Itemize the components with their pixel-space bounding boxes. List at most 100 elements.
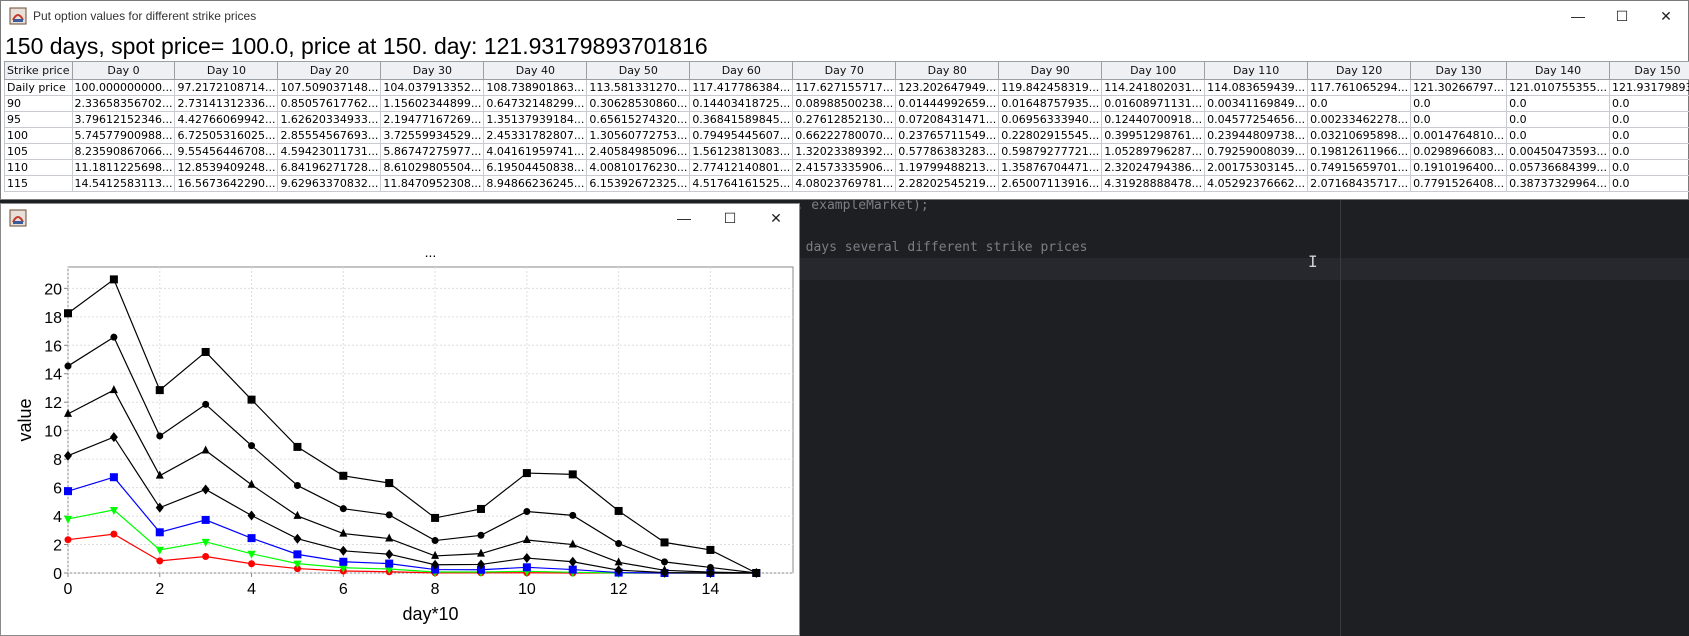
table-cell[interactable]: 4.00810176230...	[586, 159, 691, 176]
column-header[interactable]: Day 130	[1410, 61, 1508, 80]
table-cell[interactable]: 121.93179893...	[1609, 79, 1689, 96]
table-cell[interactable]: 0.0	[1506, 127, 1611, 144]
table-cell[interactable]: 95	[4, 111, 73, 128]
table-cell[interactable]: 1.05289796287...	[1101, 143, 1206, 160]
chart-close-button[interactable]: ✕	[753, 204, 799, 232]
column-header[interactable]: Day 120	[1307, 61, 1412, 80]
table-row[interactable]: 110 11.1811225698... 12.8539409248... 6.841…	[4, 159, 1689, 176]
table-window-titlebar[interactable]: Put option values for different strike p…	[1, 1, 1688, 31]
table-cell[interactable]: 2.40584985096...	[586, 143, 691, 160]
table-cell[interactable]: 0.14403418725...	[689, 95, 794, 112]
table-cell[interactable]: 1.30560772753...	[586, 127, 691, 144]
table-cell[interactable]: 0.00341169849...	[1204, 95, 1309, 112]
table-cell[interactable]: 2.32024794386...	[1101, 159, 1206, 176]
table-cell[interactable]: 0.0	[1506, 95, 1611, 112]
table-cell[interactable]: 0.01444992659...	[895, 95, 1000, 112]
table-cell[interactable]: 0.22802915545...	[998, 127, 1103, 144]
table-cell[interactable]: 123.202647949...	[895, 79, 1000, 96]
table-cell[interactable]: 108.738901863...	[483, 79, 588, 96]
table-cell[interactable]: 114.083659439...	[1204, 79, 1309, 96]
table-cell[interactable]: 107.509037148...	[277, 79, 382, 96]
table-cell[interactable]: 105	[4, 143, 73, 160]
table-cell[interactable]: 0.23944809738...	[1204, 127, 1309, 144]
table-cell[interactable]: 2.41573335906...	[792, 159, 897, 176]
table-cell[interactable]: 110	[4, 159, 73, 176]
table-cell[interactable]: 0.0298966083...	[1410, 143, 1508, 160]
minimize-button[interactable]: —	[1556, 1, 1600, 31]
table-cell[interactable]: 0.07208431471...	[895, 111, 1000, 128]
table-cell[interactable]: 119.842458319...	[998, 79, 1103, 96]
table-cell[interactable]: 97.2172108714...	[174, 79, 279, 96]
table-cell[interactable]: 113.581331270...	[586, 79, 691, 96]
table-cell[interactable]: 2.19477167269...	[380, 111, 485, 128]
column-header[interactable]: Day 10	[174, 61, 279, 80]
column-header[interactable]: Day 50	[586, 61, 691, 80]
table-row[interactable]: Daily price 100.000000000... 97.2172108714…	[4, 79, 1689, 96]
table-cell[interactable]: 6.19504450838...	[483, 159, 588, 176]
table-cell[interactable]: 3.72559934529...	[380, 127, 485, 144]
column-header[interactable]: Day 60	[689, 61, 794, 80]
table-row[interactable]: 105 8.23590867066... 9.55456446708... 4.594…	[4, 143, 1689, 160]
table-cell[interactable]: 121.010755355...	[1506, 79, 1611, 96]
table-cell[interactable]: 4.51764161525...	[689, 175, 794, 192]
table-cell[interactable]: 11.8470952308...	[380, 175, 485, 192]
table-cell[interactable]: 4.05292376662...	[1204, 175, 1309, 192]
table-cell[interactable]: 0.85057617762...	[277, 95, 382, 112]
table-cell[interactable]: 2.45331782807...	[483, 127, 588, 144]
table-cell[interactable]: 0.0	[1609, 127, 1689, 144]
table-cell[interactable]: 90	[4, 95, 73, 112]
table-cell[interactable]: 0.0014764810...	[1410, 127, 1508, 144]
table-cell[interactable]: 9.55456446708...	[174, 143, 279, 160]
table-cell[interactable]: 0.74915659701...	[1307, 159, 1412, 176]
table-cell[interactable]: 0.0	[1307, 95, 1412, 112]
table-cell[interactable]: 1.35137939184...	[483, 111, 588, 128]
column-header[interactable]: Day 40	[483, 61, 588, 80]
table-cell[interactable]: 104.037913352...	[380, 79, 485, 96]
table-cell[interactable]: 115	[4, 175, 73, 192]
table-cell[interactable]: 0.05736684399...	[1506, 159, 1611, 176]
table-cell[interactable]: 5.86747275977...	[380, 143, 485, 160]
maximize-button[interactable]: ☐	[1600, 1, 1644, 31]
table-cell[interactable]: 0.57786383283...	[895, 143, 1000, 160]
table-cell[interactable]: 6.84196271728...	[277, 159, 382, 176]
table-cell[interactable]: 6.72505316025...	[174, 127, 279, 144]
table-cell[interactable]: 4.59423011731...	[277, 143, 382, 160]
table-cell[interactable]: 0.38737329964...	[1506, 175, 1611, 192]
table-cell[interactable]: 0.79495445607...	[689, 127, 794, 144]
table-cell[interactable]: 2.07168435717...	[1307, 175, 1412, 192]
table-cell[interactable]: 8.23590867066...	[71, 143, 176, 160]
table-cell[interactable]: 100.000000000...	[71, 79, 176, 96]
table-cell[interactable]: 1.15602344899...	[380, 95, 485, 112]
chart-window-titlebar[interactable]: — ☐ ✕	[1, 204, 799, 232]
column-header[interactable]: Day 80	[895, 61, 1000, 80]
table-cell[interactable]: 12.8539409248...	[174, 159, 279, 176]
column-header[interactable]: Day 110	[1204, 61, 1309, 80]
table-cell[interactable]: 117.761065294...	[1307, 79, 1412, 96]
table-cell[interactable]: 5.74577900988...	[71, 127, 176, 144]
table-cell[interactable]: 1.62620334933...	[277, 111, 382, 128]
table-cell[interactable]: 2.77412140801...	[689, 159, 794, 176]
table-cell[interactable]: 9.62963370832...	[277, 175, 382, 192]
table-cell[interactable]: 0.0	[1609, 111, 1689, 128]
table-row[interactable]: 115 14.5412583113... 16.5673642290... 9.629…	[4, 175, 1689, 192]
table-row[interactable]: 90 2.33658356702... 2.73141312336... 0.8505…	[4, 95, 1689, 112]
column-header[interactable]: Day 140	[1506, 61, 1611, 80]
table-cell[interactable]: 0.19812611966...	[1307, 143, 1412, 160]
column-header[interactable]: Day 150	[1609, 61, 1689, 80]
table-row[interactable]: 100 5.74577900988... 6.72505316025... 2.855…	[4, 127, 1689, 144]
table-cell[interactable]: 0.30628530860...	[586, 95, 691, 112]
table-cell[interactable]: 0.36841589845...	[689, 111, 794, 128]
table-cell[interactable]: 4.42766069942...	[174, 111, 279, 128]
table-cell[interactable]: 117.627155717...	[792, 79, 897, 96]
table-cell[interactable]: 0.7791526408...	[1410, 175, 1508, 192]
chart-maximize-button[interactable]: ☐	[707, 204, 753, 232]
table-cell[interactable]: 0.39951298761...	[1101, 127, 1206, 144]
table-cell[interactable]: 0.01608971131...	[1101, 95, 1206, 112]
chart-minimize-button[interactable]: —	[661, 204, 707, 232]
table-cell[interactable]: 0.64732148299...	[483, 95, 588, 112]
table-cell[interactable]: 1.56123813083...	[689, 143, 794, 160]
table-cell[interactable]: 0.12440700918...	[1101, 111, 1206, 128]
table-cell[interactable]: 0.0	[1609, 159, 1689, 176]
table-cell[interactable]: 114.241802031...	[1101, 79, 1206, 96]
table-cell[interactable]: 0.65615274320...	[586, 111, 691, 128]
